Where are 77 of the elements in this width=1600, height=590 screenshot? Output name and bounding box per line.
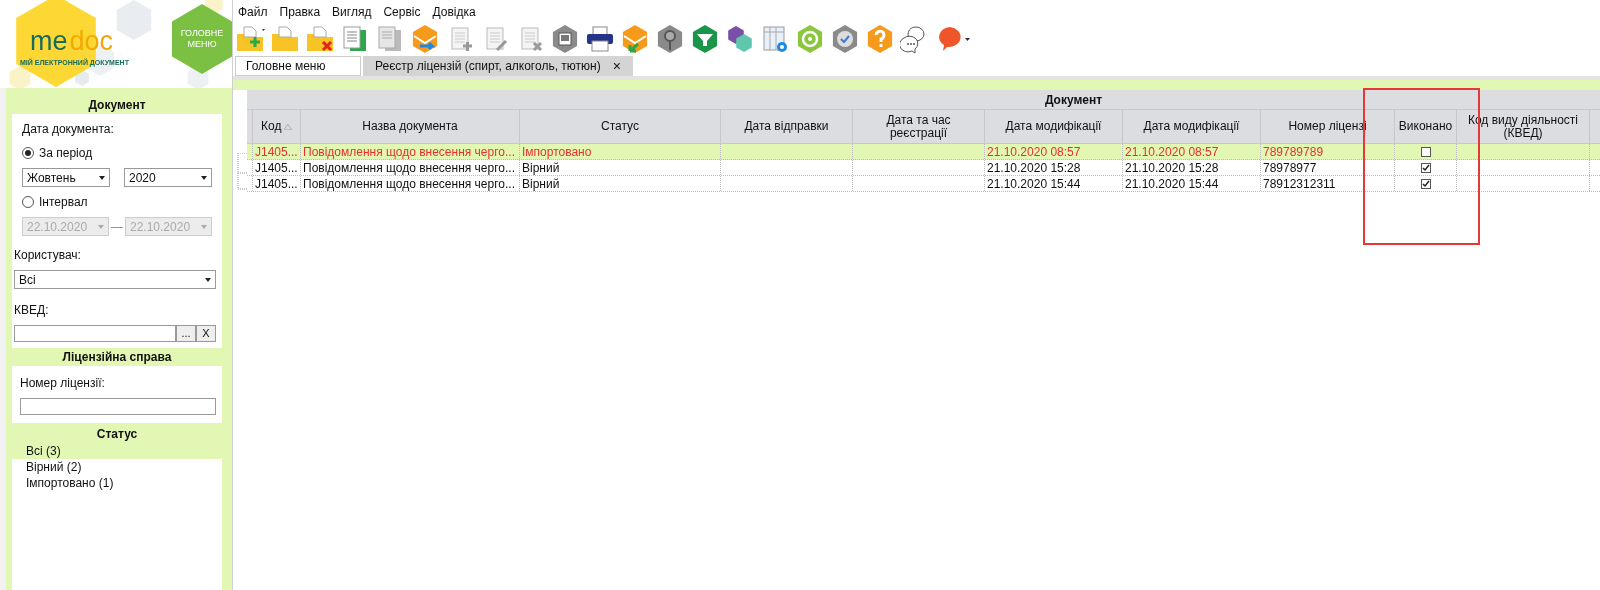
table-cell: Імпортовано [522,145,592,159]
help-icon[interactable] [865,24,895,54]
hexagons-icon[interactable] [725,24,755,54]
table-settings-icon[interactable] [760,24,790,54]
radio-button[interactable] [22,147,34,159]
section-header: Ліцензійна справа [61,349,173,366]
table-cell: 21.10.2020 15:28 [1125,161,1219,175]
field-label: Номер ліцензії: [20,375,106,392]
column-header[interactable]: Статус [519,110,720,143]
radio-label: Інтервал [39,194,88,211]
table-row[interactable]: J1405... Повідомлення щодо внесення черго... Вірний 21.10.2020 15:28 21.10.2020 15:28 78978977 [247,160,1600,176]
menu-item[interactable]: Вигляд [332,3,372,20]
column-header[interactable]: Назва документа [300,110,519,143]
folder-delete-icon[interactable] [305,24,335,54]
radio-label: За період [39,145,93,162]
column-header[interactable]: Дата відправки [720,110,852,143]
table-cell: J1405... [255,161,298,175]
menu-item[interactable]: Довідка [432,3,476,20]
column-header[interactable]: Дата модифікації [984,110,1122,143]
checkbox[interactable] [1420,146,1431,157]
close-icon[interactable]: × [612,59,621,73]
table-cell: Повідомлення щодо внесення черго... [303,177,515,191]
tree-lines-drawing [237,153,247,190]
table-cell: Вірний [522,177,560,191]
group-header: Документ [247,90,1600,110]
tablet-icon[interactable] [550,24,580,54]
printer-icon[interactable] [585,24,615,54]
column-header[interactable]: Виконано [1394,110,1456,143]
status-filter-item[interactable]: Всі (3) [12,443,222,459]
table-row[interactable]: J1405... Повідомлення щодо внесення черго... Вірний 21.10.2020 15:44 21.10.2020 15:44 78912312311 [247,176,1600,192]
table-cell: J1405... [255,177,298,191]
table-row[interactable]: J1405... Повідомлення щодо внесення черго... Імпортовано 21.10.2020 08:57 21.10.2020 08:57 789789789 [247,144,1600,160]
folder-icon[interactable] [270,24,300,54]
column-header[interactable]: Дата та час реєстрації [852,110,984,143]
menu-item[interactable]: Правка [279,3,321,20]
table-cell: 21.10.2020 08:57 [987,145,1081,159]
table-cell: Повідомлення щодо внесення черго... [303,161,515,175]
menu-item[interactable]: Файл [238,3,268,20]
dropdown[interactable]: Жовтень [22,168,110,187]
field-label: Користувач: [14,247,82,264]
sync-check-icon[interactable] [830,24,860,54]
column-header[interactable]: Дата модифікації [1122,110,1260,143]
logo-text: me [30,28,68,55]
range-dash: — [111,218,123,236]
table-cell: 789789789 [1263,145,1324,159]
folder-add-icon[interactable] [235,24,265,54]
field-label: КВЕД: [14,302,50,319]
filter-icon[interactable] [690,24,720,54]
sort-icon [284,123,292,130]
table-cell: 21.10.2020 08:57 [1125,145,1219,159]
tab[interactable]: Реєстр ліцензій (спирт, алкоголь, тютюн) × [363,56,633,76]
table-cell: 21.10.2020 15:44 [1125,177,1219,191]
column-header[interactable]: Код [252,110,300,143]
magnifier-icon[interactable] [655,24,685,54]
table-cell: 21.10.2020 15:44 [987,177,1081,191]
checkbox[interactable] [1420,162,1431,173]
dropdown[interactable]: Всі [14,270,216,289]
tab[interactable]: Головне меню [235,56,361,76]
envelope-arrow-icon[interactable] [410,24,440,54]
table-cell: 21.10.2020 15:28 [987,161,1081,175]
table-cell: 78978977 [1263,161,1317,175]
checkbox[interactable] [1420,178,1431,189]
table-cell: 78912312311 [1263,177,1336,191]
envelope-arrow-icon[interactable] [620,24,650,54]
browse-button[interactable]: ... [176,325,196,342]
table-cell: Вірний [522,161,560,175]
dropdown[interactable]: 2020 [124,168,212,187]
section-header: Статус [95,426,139,443]
section-header: Документ [87,97,147,114]
menu-item[interactable]: Сервіс [383,3,421,20]
clear-button[interactable]: X [196,325,216,342]
table-cell: J1405... [255,145,298,159]
input-field[interactable] [20,398,216,415]
field-label: Дата документа: [22,121,115,138]
radio-button[interactable] [22,196,34,208]
table-cell: Повідомлення щодо внесення черго... [303,145,515,159]
input-field[interactable] [14,325,176,342]
